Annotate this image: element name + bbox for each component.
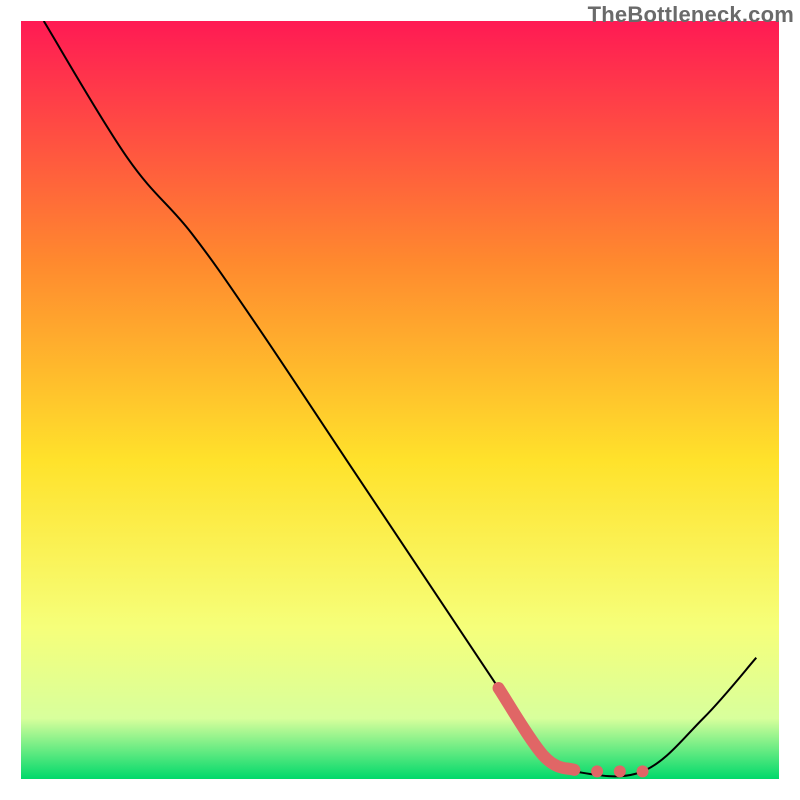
gradient-background — [21, 21, 779, 779]
highlight-dots — [591, 765, 648, 777]
watermark-text: TheBottleneck.com — [588, 2, 794, 28]
bottleneck-chart — [0, 0, 800, 800]
chart-container: TheBottleneck.com — [0, 0, 800, 800]
highlight-dot — [591, 765, 603, 777]
highlight-dot — [637, 765, 649, 777]
highlight-dot — [614, 765, 626, 777]
